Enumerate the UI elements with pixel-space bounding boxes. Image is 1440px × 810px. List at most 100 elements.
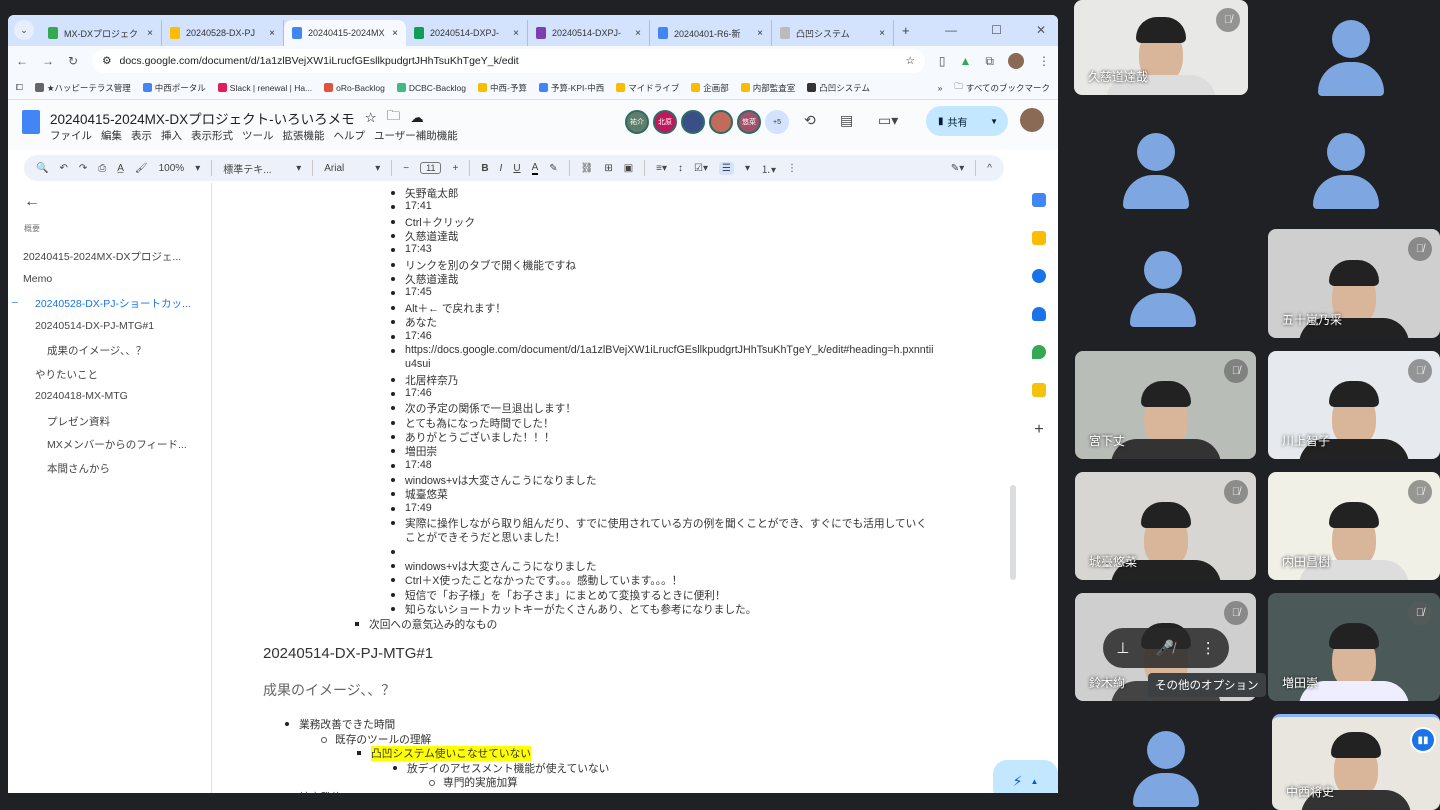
more-icon[interactable]: ⋮	[787, 163, 797, 174]
bookmark-6[interactable]: 予算-KPI-中西	[538, 82, 604, 94]
participant-tile[interactable]	[1064, 225, 1262, 337]
bookmark-10[interactable]: 凸凹システム	[807, 82, 870, 94]
bookmark-1[interactable]: 中西ポータル	[142, 82, 206, 94]
profile-avatar[interactable]	[1008, 53, 1024, 69]
menu-item[interactable]: ツール	[242, 128, 274, 143]
scrollbar[interactable]	[1010, 485, 1016, 580]
maps-icon[interactable]	[1032, 345, 1046, 359]
italic-icon[interactable]: I	[500, 163, 503, 174]
outline-item[interactable]: やりたいこと	[35, 367, 98, 382]
menu-item[interactable]: 表示形式	[191, 128, 233, 143]
bullet-list-icon[interactable]: ☰	[719, 161, 734, 175]
collapse-icon[interactable]: ^	[987, 163, 992, 174]
collaborator-avatar[interactable]: 悠菜	[737, 110, 761, 134]
extensions-puzzle-icon[interactable]: ⧉	[985, 54, 994, 69]
bookmark-star-icon[interactable]: ☆	[906, 55, 915, 67]
calendar-icon[interactable]	[1032, 193, 1046, 207]
participant-tile[interactable]	[1252, 108, 1440, 218]
explore-button[interactable]: ⚡ ▲	[993, 760, 1058, 793]
collaborator-avatar[interactable]: +5	[765, 110, 789, 134]
font-select[interactable]: Arial	[324, 163, 364, 174]
share-dropdown-icon[interactable]: ▼	[990, 117, 998, 126]
new-tab-button[interactable]: +	[902, 23, 910, 38]
tasks-icon[interactable]	[1032, 269, 1046, 283]
checklist-icon[interactable]: ☑▾	[694, 163, 708, 174]
version-history-icon[interactable]: ⟲	[804, 112, 816, 129]
bookmark-7[interactable]: マイドライブ	[616, 82, 679, 94]
extension-icon[interactable]: ▯	[939, 54, 946, 68]
account-avatar[interactable]	[1020, 108, 1044, 132]
bookmark-9[interactable]: 内部監査室	[740, 82, 795, 94]
increase-font-icon[interactable]: +	[452, 163, 458, 174]
tab-close-icon[interactable]: ×	[635, 28, 641, 39]
outline-item[interactable]: 20240514-DX-PJ-MTG#1	[35, 320, 154, 332]
participant-tile[interactable]: 増田崇 🎙̸	[1268, 593, 1440, 701]
comment-icon[interactable]: ⊞	[604, 163, 612, 174]
menu-item[interactable]: 表示	[131, 128, 152, 143]
bookmark-2[interactable]: Slack | renewal | Ha...	[217, 82, 312, 94]
meet-icon[interactable]: ▭▾	[878, 112, 898, 129]
cloud-status-icon[interactable]: ☁	[410, 110, 424, 126]
highlight-icon[interactable]: ✎	[549, 163, 557, 174]
tab-close-icon[interactable]: ×	[757, 28, 763, 39]
bookmark-5[interactable]: 中西-予算	[477, 82, 527, 94]
collaborator-avatar[interactable]	[709, 110, 733, 134]
link-icon[interactable]: ⛓	[581, 163, 594, 174]
tab-0[interactable]: MX-DXプロジェクト ×	[40, 20, 162, 46]
add-addon-icon[interactable]: +	[1034, 421, 1043, 439]
menu-item[interactable]: 編集	[101, 128, 122, 143]
tab-5[interactable]: 20240401-R6-新 ×	[650, 20, 772, 46]
align-icon[interactable]: ≡▾	[656, 163, 667, 174]
collaborator-avatar[interactable]: 祐介	[625, 110, 649, 134]
collaborator-avatar[interactable]: 北原	[653, 110, 677, 134]
outline-item[interactable]: MXメンバーからのフィード...	[47, 437, 187, 452]
image-icon[interactable]: ▣	[624, 163, 633, 174]
outline-item[interactable]: 20240418-MX-MTG	[35, 390, 128, 402]
move-folder-icon[interactable]: 🗀	[387, 106, 401, 129]
spellcheck-icon[interactable]: A̲	[117, 163, 124, 174]
tab-close-icon[interactable]: ×	[392, 28, 398, 39]
bookmark-0[interactable]: ★ハッピーテラス管理	[34, 82, 131, 94]
line-spacing-icon[interactable]: ↕	[678, 163, 683, 174]
participant-tile[interactable]: 城臺悠菜 🎙̸	[1075, 472, 1256, 580]
share-button[interactable]: ▮ 共有 ▼	[926, 106, 1008, 136]
tab-6[interactable]: 凸凹システム ×	[772, 20, 894, 46]
tab-search-button[interactable]: ⌄	[14, 20, 34, 40]
more-options-icon[interactable]: ⋮	[1201, 639, 1216, 657]
outline-item[interactable]: Memo	[23, 273, 52, 285]
numbered-list-icon[interactable]: ⒈▾	[761, 161, 776, 176]
participant-tile[interactable]	[1262, 0, 1440, 100]
participant-tile[interactable]	[1064, 108, 1248, 218]
font-size-input[interactable]: 11	[420, 162, 442, 174]
redo-icon[interactable]: ↷	[79, 163, 87, 174]
pin-icon[interactable]: ⊥	[1116, 639, 1129, 657]
tab-close-icon[interactable]: ×	[147, 28, 153, 39]
paint-format-icon[interactable]: 🖌	[135, 163, 148, 174]
participant-tile[interactable]: 川上智子 🎙̸	[1268, 351, 1440, 459]
drive-icon[interactable]: ▲	[960, 54, 972, 68]
site-info-icon[interactable]: ⚙	[102, 55, 111, 67]
document-title[interactable]: 20240415-2024MX-DXプロジェクト-いろいろメモ	[50, 108, 355, 128]
reload-icon[interactable]: ↻	[68, 54, 78, 68]
minimize-button[interactable]: —	[945, 23, 957, 37]
outline-item[interactable]: プレゼン資料	[47, 414, 110, 429]
menu-item[interactable]: ヘルプ	[334, 128, 366, 143]
tab-3[interactable]: 20240514-DXPJ- ×	[406, 20, 528, 46]
maximize-button[interactable]: ☐	[991, 23, 1002, 37]
collaborator-avatar[interactable]	[681, 110, 705, 134]
search-icon[interactable]: 🔍	[36, 163, 48, 174]
participant-tile[interactable]	[1075, 712, 1256, 810]
addon-icon[interactable]	[1032, 383, 1046, 397]
tab-close-icon[interactable]: ×	[879, 28, 885, 39]
close-window-button[interactable]: ✕	[1036, 23, 1046, 37]
tab-close-icon[interactable]: ×	[269, 28, 275, 39]
bookmark-3[interactable]: oRo-Backlog	[324, 82, 385, 94]
outline-item[interactable]: 20240415-2024MX-DXプロジェ...	[23, 249, 181, 264]
forward-icon[interactable]: →	[42, 54, 54, 68]
bookmark-8[interactable]: 企画部	[691, 82, 729, 94]
tab-1[interactable]: 20240528-DX-PJ ×	[162, 20, 284, 46]
menu-item[interactable]: 挿入	[161, 128, 182, 143]
menu-item[interactable]: 拡張機能	[283, 128, 325, 143]
url-text[interactable]: docs.google.com/document/d/1a1zlBVejXW1i…	[119, 55, 897, 67]
star-icon[interactable]: ☆	[365, 110, 377, 126]
